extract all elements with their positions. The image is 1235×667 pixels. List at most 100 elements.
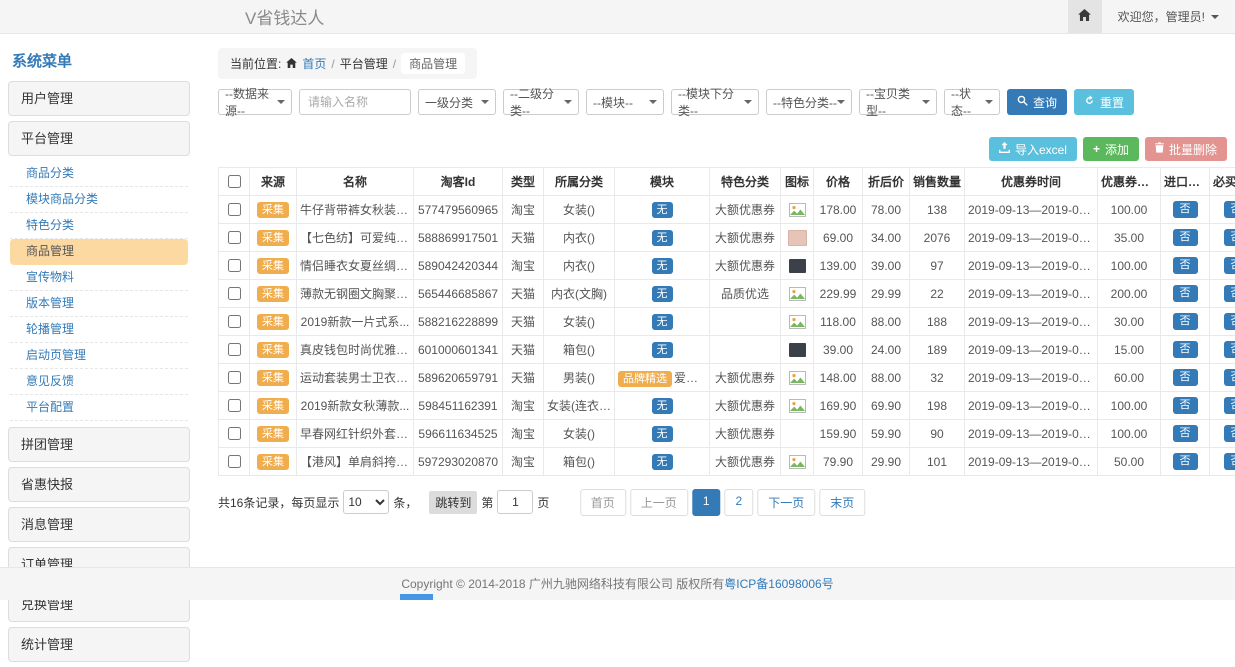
feature-category: 大额优惠券 — [710, 420, 781, 448]
page-button[interactable]: 2 — [725, 489, 754, 516]
sidebar-item[interactable]: 特色分类 — [10, 213, 188, 239]
page-button[interactable]: 下一页 — [757, 489, 815, 516]
filter-select[interactable]: --状态-- — [944, 89, 1000, 115]
sidebar-item[interactable]: 商品管理 — [10, 239, 188, 265]
import-select-toggle[interactable]: 否 — [1173, 229, 1198, 246]
table-row: 采集 运动套装男士卫衣初秋... 589620659791 天猫 男装() 品牌… — [219, 364, 1235, 392]
upload-icon — [999, 142, 1010, 156]
import-select-toggle[interactable]: 否 — [1173, 425, 1198, 442]
sidebar-section[interactable]: 用户管理 — [8, 81, 190, 116]
icp-link[interactable]: 粤ICP备16098006号 — [724, 577, 833, 591]
filter-select[interactable]: --数据来源-- — [218, 89, 292, 115]
feature-category: 品质优选 — [710, 280, 781, 308]
import-excel-button[interactable]: 导入excel — [989, 137, 1077, 161]
select-all-checkbox[interactable] — [228, 175, 241, 188]
product-type: 天猫 — [503, 280, 544, 308]
user-menu[interactable]: 欢迎您，管理员! — [1102, 8, 1235, 25]
search-button[interactable]: 查询 — [1007, 89, 1067, 115]
must-buy-toggle[interactable]: 否 — [1224, 201, 1235, 218]
must-buy-toggle[interactable]: 否 — [1224, 285, 1235, 302]
jump-to-button[interactable]: 跳转到 — [429, 491, 477, 514]
sidebar-section[interactable]: 消息管理 — [8, 507, 190, 542]
row-checkbox[interactable] — [228, 315, 241, 328]
product-name: 【七色纺】可爱纯棉家... — [297, 224, 414, 252]
import-select-toggle[interactable]: 否 — [1173, 341, 1198, 358]
sidebar-item[interactable]: 意见反馈 — [10, 369, 188, 395]
home-button[interactable] — [1068, 0, 1102, 33]
must-buy-toggle[interactable]: 否 — [1224, 425, 1235, 442]
search-icon — [1017, 95, 1028, 109]
import-select-toggle[interactable]: 否 — [1173, 453, 1198, 470]
filter-select[interactable]: --模块-- — [586, 89, 664, 115]
column-header: 特色分类 — [710, 168, 781, 196]
table-row: 采集 2019新款一片式系... 588216228899 天猫 女装() 无 … — [219, 308, 1235, 336]
discount-price: 29.99 — [863, 280, 910, 308]
product-name: 2019新款一片式系... — [297, 308, 414, 336]
import-select-toggle[interactable]: 否 — [1173, 257, 1198, 274]
bulk-delete-button[interactable]: 批量删除 — [1145, 137, 1227, 161]
chevron-down-icon — [744, 100, 752, 104]
must-buy-toggle[interactable]: 否 — [1224, 229, 1235, 246]
row-checkbox[interactable] — [228, 231, 241, 244]
must-buy-toggle[interactable]: 否 — [1224, 257, 1235, 274]
page-button[interactable]: 末页 — [819, 489, 865, 516]
page-number-input[interactable] — [497, 490, 533, 514]
page-button[interactable]: 上一页 — [630, 489, 688, 516]
sidebar-item[interactable]: 模块商品分类 — [10, 187, 188, 213]
column-header: 折后价 — [863, 168, 910, 196]
product-category: 内衣(文胸) — [544, 280, 615, 308]
taoke-id: 588216228899 — [414, 308, 503, 336]
row-checkbox[interactable] — [228, 371, 241, 384]
filter-select[interactable]: --特色分类-- — [766, 89, 852, 115]
row-checkbox[interactable] — [228, 427, 241, 440]
feature-category: 大额优惠券 — [710, 448, 781, 476]
sidebar-item[interactable]: 平台配置 — [10, 395, 188, 421]
row-checkbox[interactable] — [228, 259, 241, 272]
row-checkbox[interactable] — [228, 343, 241, 356]
page-button[interactable]: 首页 — [580, 489, 626, 516]
import-select-toggle[interactable]: 否 — [1173, 397, 1198, 414]
filter-select[interactable]: 一级分类 — [418, 89, 496, 115]
sidebar-item[interactable]: 启动页管理 — [10, 343, 188, 369]
page-button[interactable]: 1 — [692, 489, 721, 516]
must-buy-toggle[interactable]: 否 — [1224, 397, 1235, 414]
row-checkbox[interactable] — [228, 455, 241, 468]
app-title: V省钱达人 — [245, 4, 324, 29]
import-select-toggle[interactable]: 否 — [1173, 369, 1198, 386]
sidebar-section[interactable]: 平台管理 — [8, 121, 190, 156]
filter-select-label: --模块下分类-- — [678, 85, 744, 119]
table-row: 采集 情侣睡衣女夏丝绸男士... 589042420344 淘宝 内衣() 无 … — [219, 252, 1235, 280]
filter-select[interactable]: --宝贝类型-- — [859, 89, 937, 115]
breadcrumb-prefix: 当前位置: — [230, 55, 281, 72]
row-checkbox[interactable] — [228, 399, 241, 412]
discount-price: 34.00 — [863, 224, 910, 252]
source-badge: 采集 — [257, 426, 289, 442]
must-buy-toggle[interactable]: 否 — [1224, 453, 1235, 470]
reset-button[interactable]: 重置 — [1074, 89, 1134, 115]
copyright-text: Copyright © 2014-2018 广州九驰网络科技有限公司 版权所有 — [401, 577, 724, 591]
import-select-toggle[interactable]: 否 — [1173, 313, 1198, 330]
add-button[interactable]: + 添加 — [1083, 137, 1139, 161]
row-checkbox[interactable] — [228, 203, 241, 216]
sidebar-item[interactable]: 版本管理 — [10, 291, 188, 317]
filter-select[interactable]: --二级分类-- — [503, 89, 579, 115]
sidebar-item[interactable]: 商品分类 — [10, 161, 188, 187]
import-select-toggle[interactable]: 否 — [1173, 285, 1198, 302]
sidebar-section[interactable]: 省惠快报 — [8, 467, 190, 502]
must-buy-toggle[interactable]: 否 — [1224, 369, 1235, 386]
sidebar-item[interactable]: 轮播管理 — [10, 317, 188, 343]
filter-select[interactable]: --模块下分类-- — [671, 89, 759, 115]
must-buy-toggle[interactable]: 否 — [1224, 313, 1235, 330]
sidebar-section[interactable]: 统计管理 — [8, 627, 190, 662]
sidebar-item[interactable]: 宣传物料 — [10, 265, 188, 291]
table-actions: 导入excel + 添加 批量删除 — [218, 137, 1227, 161]
import-select-toggle[interactable]: 否 — [1173, 201, 1198, 218]
row-checkbox[interactable] — [228, 287, 241, 300]
sidebar-section[interactable]: 拼团管理 — [8, 427, 190, 462]
must-buy-toggle[interactable]: 否 — [1224, 341, 1235, 358]
table-row: 采集 【港风】单肩斜挎链条... 597293020870 淘宝 箱包() 无 … — [219, 448, 1235, 476]
breadcrumb-home-link[interactable]: 首页 — [302, 55, 326, 72]
price: 39.00 — [814, 336, 863, 364]
name-search-input[interactable] — [299, 89, 411, 115]
per-page-select[interactable]: 10 — [343, 490, 389, 514]
